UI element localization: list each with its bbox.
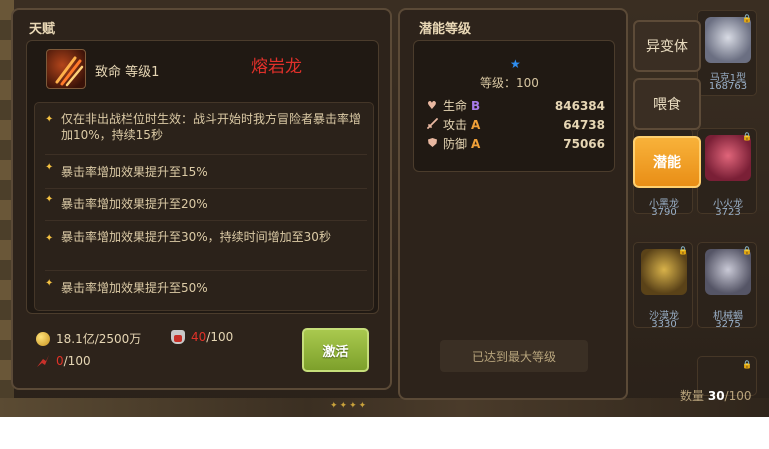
claw-slash-icon: [46, 49, 86, 89]
tab-feed[interactable]: 喂食: [633, 78, 701, 130]
shard-total: /100: [63, 354, 91, 368]
stat-value: 846384: [554, 98, 605, 113]
lock-icon: 🔒: [742, 14, 752, 23]
talent-skill-name: 致命 等级1: [95, 65, 160, 80]
effect-text: 仅在非出战栏位时生效：战斗开始时我方冒险者暴击率增加10%，持续15秒: [61, 112, 362, 142]
star-icon: ★: [510, 57, 521, 71]
monster-power: 3723: [715, 207, 741, 218]
stat-grade: A: [471, 117, 481, 132]
collection-label: 数量: [680, 389, 705, 403]
heart-icon: ♥: [427, 99, 437, 112]
talent-panel: 天赋 致命 等级1 熔岩龙 ✦ 仅在非出战栏位时生效：战斗开始时我方冒险者暴击率…: [11, 8, 392, 390]
effect-item: ✦ 暴击率增加效果提升至15%: [45, 159, 367, 189]
shard-current: 0: [56, 354, 64, 368]
shield-icon: [427, 137, 441, 151]
stat-value: 64738: [563, 117, 605, 132]
sword-icon: [427, 117, 441, 132]
collection-total: /100: [724, 389, 752, 403]
lock-icon: 🔒: [742, 132, 752, 141]
shard-resource: 0/100: [36, 354, 91, 368]
effect-item: ✦ 仅在非出战栏位时生效：战斗开始时我方冒险者暴击率增加10%，持续15秒: [45, 111, 367, 155]
red-shard-icon: [36, 354, 50, 368]
dragon-name: 熔岩龙: [251, 57, 302, 77]
activate-button[interactable]: 激活: [302, 328, 369, 372]
star-bullet-icon: ✦: [45, 162, 54, 173]
gold-coin-icon: [36, 331, 50, 346]
potion-current: 40: [191, 330, 207, 344]
stat-defense: 防御 A 75066: [427, 135, 605, 152]
monster-card[interactable]: 🔒 小火龙 3723: [697, 128, 757, 218]
effect-text: 暴击率增加效果提升至30%，持续时间增加至30秒: [61, 230, 331, 244]
lock-icon: 🔒: [742, 246, 752, 255]
monster-portrait: [705, 135, 751, 181]
game-screen: ✦✦✦✦ 🔒 马克1型 168763 小黑龙 3790 🔒 小火龙 3723 🔒…: [0, 0, 769, 417]
max-level-notice: 已达到最大等级: [440, 340, 588, 372]
talent-effect-list: ✦ 仅在非出战栏位时生效：战斗开始时我方冒险者暴击率增加10%，持续15秒 ✦ …: [34, 102, 374, 311]
effect-item: ✦ 暴击率增加效果提升至50%: [45, 275, 367, 305]
potential-title: 潜能等级: [419, 22, 472, 37]
stat-grade: A: [471, 136, 481, 151]
potion-total: /100: [206, 330, 234, 344]
stat-name: 生命: [443, 99, 468, 113]
gold-resource: 18.1亿/2500万: [36, 330, 141, 347]
collection-current: 30: [707, 389, 725, 403]
monster-power: 3330: [651, 319, 677, 330]
monster-power: 3275: [715, 319, 741, 330]
potion-icon: [171, 330, 185, 344]
tab-mutant[interactable]: 异变体: [633, 20, 701, 72]
effect-item: ✦ 暴击率增加效果提升至20%: [45, 191, 367, 221]
monster-portrait: [705, 249, 751, 295]
effect-text: 暴击率增加效果提升至20%: [61, 197, 208, 211]
collection-count: 数量 30/100: [680, 387, 752, 404]
monster-card[interactable]: 🔒 沙漠龙 3330: [633, 242, 693, 330]
monster-portrait: [705, 17, 751, 63]
background-floor: [0, 398, 769, 417]
monster-power: 3790: [651, 207, 677, 218]
stat-name: 攻击: [443, 118, 468, 132]
effect-text: 暴击率增加效果提升至50%: [61, 281, 208, 295]
stat-value: 75066: [563, 136, 605, 151]
monster-portrait: [641, 249, 687, 295]
effect-item: ✦ 暴击率增加效果提升至30%，持续时间增加至30秒: [45, 223, 367, 271]
potential-panel: 潜能等级 ★ 等级：100 ♥ 生命 B 846384 攻击 A 64738 防…: [398, 8, 628, 400]
stat-name: 防御: [443, 137, 468, 151]
star-bullet-icon: ✦: [45, 233, 54, 244]
lock-icon: 🔒: [678, 246, 688, 255]
monster-card[interactable]: 🔒 机械蝎 3275: [697, 242, 757, 330]
monster-power: 168763: [708, 81, 748, 92]
effect-text: 暴击率增加效果提升至15%: [61, 165, 208, 179]
star-bullet-icon: ✦: [45, 114, 54, 125]
stat-grade: B: [471, 98, 481, 113]
talent-title: 天赋: [29, 22, 56, 37]
stat-attack: 攻击 A 64738: [427, 116, 605, 133]
gold-amount: 18.1亿/2500万: [56, 332, 142, 346]
potion-resource: 40/100: [171, 330, 233, 344]
star-bullet-icon: ✦: [45, 194, 54, 205]
tab-potential[interactable]: 潜能: [633, 136, 701, 188]
background-stars: ✦✦✦✦: [330, 401, 369, 411]
monster-card[interactable]: 🔒 马克1型 168763: [697, 10, 757, 96]
star-bullet-icon: ✦: [45, 278, 54, 289]
stat-hp: ♥ 生命 B 846384: [427, 97, 605, 114]
lock-icon: 🔒: [742, 360, 752, 369]
potential-level: 等级：100: [480, 76, 539, 90]
